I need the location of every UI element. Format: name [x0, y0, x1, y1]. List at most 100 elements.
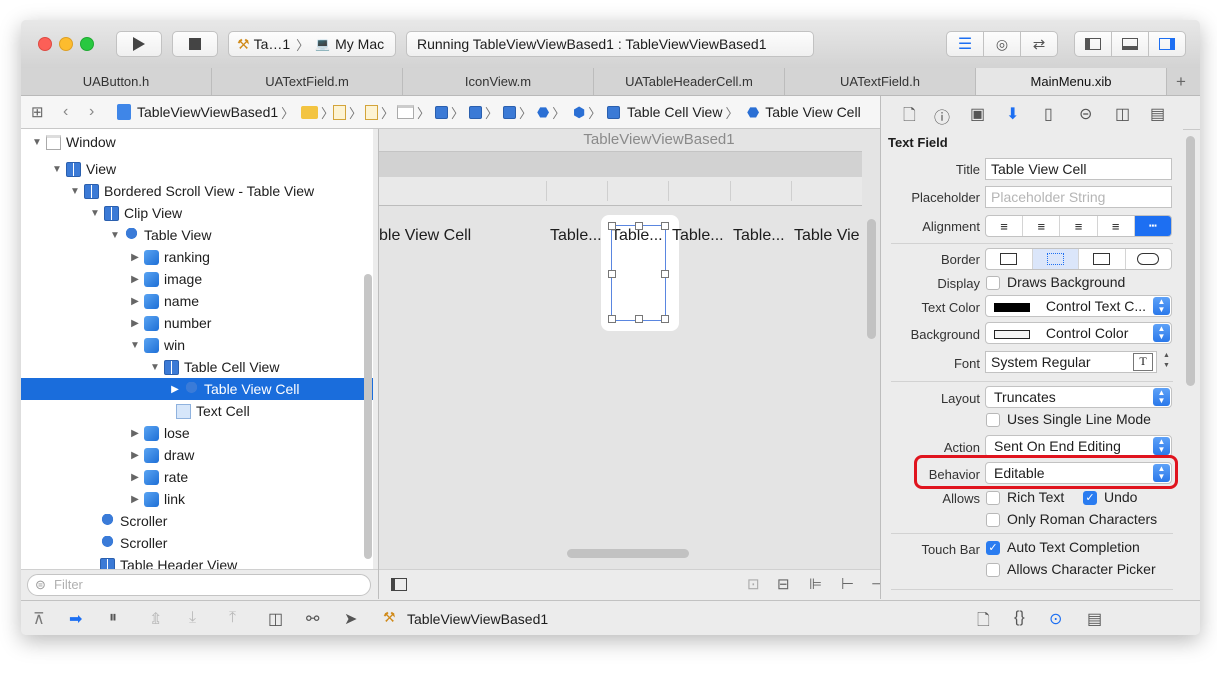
disclosure-open-icon[interactable]: ▼ — [69, 186, 81, 197]
attributes-inspector-icon[interactable]: ⬇ — [1006, 104, 1019, 124]
resize-handle[interactable] — [608, 222, 616, 230]
related-items-icon[interactable]: ⊞ — [31, 96, 44, 128]
disclosure-open-icon[interactable]: ▼ — [149, 362, 161, 373]
outline-row-table-cell-view[interactable]: ▼ Table Cell View — [21, 356, 373, 378]
tab-mainmenu-xib[interactable]: MainMenu.xib — [976, 68, 1167, 95]
pause-icon[interactable]: ⏸ — [109, 609, 117, 627]
background-color-popup[interactable]: Control Color ▲ ▼ — [985, 322, 1172, 344]
disclosure-open-icon[interactable]: ▼ — [129, 340, 141, 351]
jump-table-cell-view[interactable]: Table Cell View 〉 — [607, 96, 738, 128]
stop-button[interactable] — [172, 31, 218, 57]
outline-row-scroller-1[interactable]: Scroller — [21, 510, 373, 532]
disclosure-open-icon[interactable]: ▼ — [89, 208, 101, 219]
update-frames-icon[interactable]: ⊡ — [747, 575, 760, 593]
jump-table-view-cell[interactable]: ⬣ Table View Cell — [747, 96, 861, 128]
toggle-utilities-button[interactable] — [1148, 31, 1186, 57]
canvas-horizontal-scrollbar[interactable] — [567, 549, 689, 558]
jump-xib-2[interactable]: 〉 — [365, 96, 394, 128]
auto-completion-checkbox[interactable]: ✓ — [986, 541, 1000, 555]
text-color-popup[interactable]: Control Text C... ▲ ▼ — [985, 295, 1172, 317]
tab-uatextfield-m[interactable]: UATextField.m — [212, 68, 403, 95]
inspector-scrollbar[interactable] — [1186, 136, 1195, 386]
resize-handle[interactable] — [661, 270, 669, 278]
quick-help-icon[interactable]: ⓘ — [934, 104, 950, 128]
disclosure-closed-icon[interactable]: ▶ — [169, 384, 181, 395]
disclosure-closed-icon[interactable]: ▶ — [129, 318, 141, 329]
border-none-icon[interactable] — [986, 249, 1033, 269]
jump-column[interactable]: ⬢ 〉 — [573, 96, 601, 128]
resize-handle[interactable] — [635, 222, 643, 230]
undo-checkbox[interactable]: ✓ — [1083, 491, 1097, 505]
step-into-icon[interactable]: ⤓ — [189, 609, 196, 627]
connections-inspector-icon[interactable]: ⊝ — [1079, 104, 1092, 124]
disclosure-closed-icon[interactable]: ▶ — [129, 428, 141, 439]
table-cell-5[interactable]: Table... — [733, 227, 785, 245]
tab-uatextfield-h[interactable]: UATextField.h — [785, 68, 976, 95]
jump-project[interactable]: TableViewViewBased1 〉 — [117, 96, 294, 128]
interface-builder-canvas[interactable]: TableViewViewBased1 ble View Cell Table.… — [379, 129, 880, 569]
placeholder-field[interactable]: Placeholder String — [985, 186, 1172, 208]
jump-table-view[interactable]: ⬣ 〉 — [537, 96, 565, 128]
align-justify-icon[interactable]: ≡ — [1098, 216, 1135, 236]
disclosure-closed-icon[interactable]: ▶ — [129, 472, 141, 483]
align-center-icon[interactable]: ≡ — [1023, 216, 1061, 236]
outline-scrollbar[interactable] — [364, 274, 372, 559]
rich-text-checkbox[interactable] — [986, 491, 1000, 505]
view-debugger-icon[interactable]: ◫ — [268, 609, 283, 629]
toggle-outline-button[interactable] — [391, 578, 407, 591]
filter-input[interactable]: ⊜ Filter — [27, 574, 371, 596]
resize-handle[interactable] — [661, 315, 669, 323]
outline-row-text-cell[interactable]: Text Cell — [21, 400, 373, 422]
disclosure-closed-icon[interactable]: ▶ — [129, 274, 141, 285]
memory-graph-icon[interactable]: ⚯ — [306, 609, 319, 629]
outline-row-column-rate[interactable]: ▶ rate — [21, 466, 373, 488]
minimize-window-button[interactable] — [59, 37, 73, 51]
table-cell-4[interactable]: Table... — [672, 227, 724, 245]
resize-handle[interactable] — [608, 315, 616, 323]
outline-row-column-draw[interactable]: ▶ draw — [21, 444, 373, 466]
table-cell-2[interactable]: Table... — [550, 227, 602, 245]
disclosure-closed-icon[interactable]: ▶ — [129, 252, 141, 263]
disclosure-closed-icon[interactable]: ▶ — [129, 450, 141, 461]
outline-row-table-view[interactable]: ▼ Table View — [21, 224, 373, 246]
tab-uabutton-h[interactable]: UAButton.h — [21, 68, 212, 95]
bindings-inspector-icon[interactable]: ◫ — [1115, 104, 1130, 124]
font-size-stepper[interactable]: ▲ ▼ — [1161, 351, 1172, 373]
jump-clip-view[interactable]: 〉 — [503, 96, 532, 128]
effects-inspector-icon[interactable]: ▤ — [1150, 104, 1165, 124]
outline-row-column-image[interactable]: ▶ image — [21, 268, 373, 290]
jump-window[interactable]: 〉 — [397, 96, 430, 128]
jump-folder[interactable]: 〉 — [301, 96, 334, 128]
outline-row-table-view-cell[interactable]: ▶ Table View Cell — [21, 378, 373, 400]
disclosure-closed-icon[interactable]: ▶ — [129, 296, 141, 307]
table-cell-6[interactable]: Table Vie — [794, 227, 862, 245]
outline-row-scroller-2[interactable]: Scroller — [21, 532, 373, 554]
disclosure-open-icon[interactable]: ▼ — [51, 164, 63, 175]
align-left-icon[interactable]: ≡ — [986, 216, 1024, 236]
border-rounded-icon[interactable] — [1126, 249, 1172, 269]
layout-popup[interactable]: Truncates ▲ ▼ — [985, 386, 1172, 408]
step-out-icon[interactable]: ⤒ — [229, 609, 236, 627]
outline-row-column-name[interactable]: ▶ name — [21, 290, 373, 312]
object-library-icon[interactable]: ⊙ — [1049, 609, 1062, 629]
tab-uatableheadercell-m[interactable]: UATableHeaderCell.m — [594, 68, 785, 95]
jump-view[interactable]: 〉 — [435, 96, 464, 128]
simulate-location-icon[interactable]: ➤ — [344, 609, 357, 629]
align-natural-icon[interactable]: ┅ — [1134, 216, 1171, 236]
media-library-icon[interactable]: ▤ — [1087, 609, 1102, 629]
outline-row-column-ranking[interactable]: ▶ ranking — [21, 246, 373, 268]
character-picker-checkbox[interactable] — [986, 563, 1000, 577]
align-right-icon[interactable]: ≡ — [1060, 216, 1098, 236]
breakpoints-toggle-icon[interactable]: ➡ — [69, 609, 82, 629]
step-over-icon[interactable]: ⇭ — [149, 609, 162, 629]
outline-row-view[interactable]: ▼ View — [21, 158, 373, 180]
back-button[interactable]: ‹ — [63, 96, 68, 128]
file-template-library-icon[interactable]: 🗋 — [977, 609, 990, 635]
standard-editor-button[interactable]: ☰ — [946, 31, 984, 57]
outline-row-column-win[interactable]: ▼ win — [21, 334, 373, 356]
scheme-selector[interactable]: ⚒ Ta…1 〉 💻 My Mac — [228, 31, 396, 57]
hide-debug-area-icon[interactable]: ⊼ — [33, 609, 45, 629]
disclosure-closed-icon[interactable]: ▶ — [129, 494, 141, 505]
close-window-button[interactable] — [38, 37, 52, 51]
outline-row-bordered-scroll-view[interactable]: ▼ Bordered Scroll View - Table View — [21, 180, 373, 202]
